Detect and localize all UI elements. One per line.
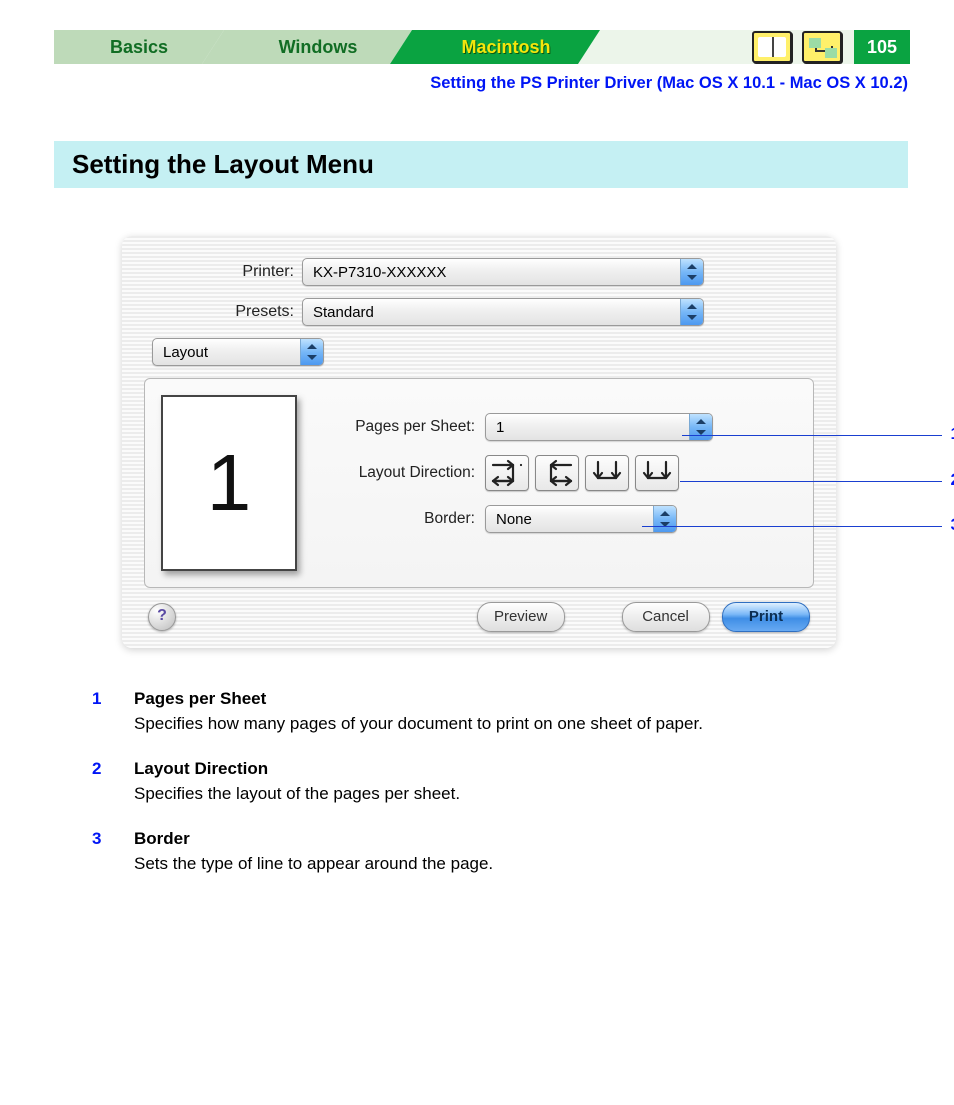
description-item: 1 Pages per Sheet Specifies how many pag… [92, 688, 894, 736]
pane-value: Layout [163, 344, 208, 361]
layout-dir-rl-tb-button[interactable] [535, 455, 579, 491]
border-select[interactable]: None [485, 505, 677, 533]
presets-value: Standard [313, 304, 374, 321]
layout-dir-lr-tb-button[interactable] [485, 455, 529, 491]
description-item: 2 Layout Direction Specifies the layout … [92, 758, 894, 806]
callout-line-3: 3 [642, 526, 942, 528]
callout-num-3: 3 [951, 515, 954, 535]
description-title: Layout Direction [134, 758, 460, 781]
callout-line-2: 2 [680, 481, 942, 483]
book-icon[interactable] [752, 31, 792, 63]
top-tab-bar: Basics Windows Macintosh 105 [54, 30, 910, 64]
breadcrumb: Setting the PS Printer Driver (Mac OS X … [0, 74, 908, 93]
callout-num-1: 1 [951, 424, 954, 444]
toolbar-gap [556, 30, 854, 64]
printer-select[interactable]: KX-P7310-XXXXXX [302, 258, 704, 286]
description-text: Specifies the layout of the pages per sh… [134, 783, 460, 806]
preview-pagenum: 1 [207, 437, 252, 529]
callout-num-2: 2 [951, 470, 954, 490]
tab-windows[interactable]: Windows [202, 30, 412, 64]
layout-direction-label: Layout Direction: [325, 464, 485, 482]
print-dialog: Printer: KX-P7310-XXXXXX Presets: Standa… [122, 236, 836, 648]
updown-icon [680, 299, 703, 325]
print-button[interactable]: Print [722, 602, 810, 632]
tab-basics[interactable]: Basics [54, 30, 224, 64]
pages-per-sheet-select[interactable]: 1 [485, 413, 713, 441]
callout-line-1: 1 [682, 435, 942, 437]
presets-select[interactable]: Standard [302, 298, 704, 326]
updown-icon [300, 339, 323, 365]
cancel-button[interactable]: Cancel [622, 602, 710, 632]
page-number: 105 [854, 30, 910, 64]
printer-label: Printer: [144, 263, 302, 281]
section-title: Setting the Layout Menu [54, 141, 908, 188]
layout-groupbox: 1 Pages per Sheet: 1 Layout Direction: [144, 378, 814, 588]
border-value: None [496, 511, 532, 528]
layout-dir-tb-rl-button[interactable] [635, 455, 679, 491]
pages-per-sheet-value: 1 [496, 419, 504, 436]
help-button[interactable]: ? [148, 603, 176, 631]
printer-value: KX-P7310-XXXXXX [313, 264, 446, 281]
pane-select[interactable]: Layout [152, 338, 324, 366]
description-text: Specifies how many pages of your documen… [134, 713, 703, 736]
description-title: Border [134, 828, 493, 851]
page-preview: 1 [161, 395, 297, 571]
preview-button[interactable]: Preview [477, 602, 565, 632]
pages-per-sheet-label: Pages per Sheet: [325, 418, 485, 436]
updown-icon [653, 506, 676, 532]
description-list: 1 Pages per Sheet Specifies how many pag… [92, 688, 894, 876]
layout-dir-tb-lr-button[interactable] [585, 455, 629, 491]
description-num: 1 [92, 688, 134, 736]
network-icon[interactable] [802, 31, 842, 63]
description-text: Sets the type of line to appear around t… [134, 853, 493, 876]
border-label: Border: [325, 510, 485, 528]
tab-macintosh[interactable]: Macintosh [390, 30, 600, 64]
updown-icon [680, 259, 703, 285]
description-num: 2 [92, 758, 134, 806]
description-title: Pages per Sheet [134, 688, 703, 711]
description-num: 3 [92, 828, 134, 876]
description-item: 3 Border Sets the type of line to appear… [92, 828, 894, 876]
presets-label: Presets: [144, 303, 302, 321]
